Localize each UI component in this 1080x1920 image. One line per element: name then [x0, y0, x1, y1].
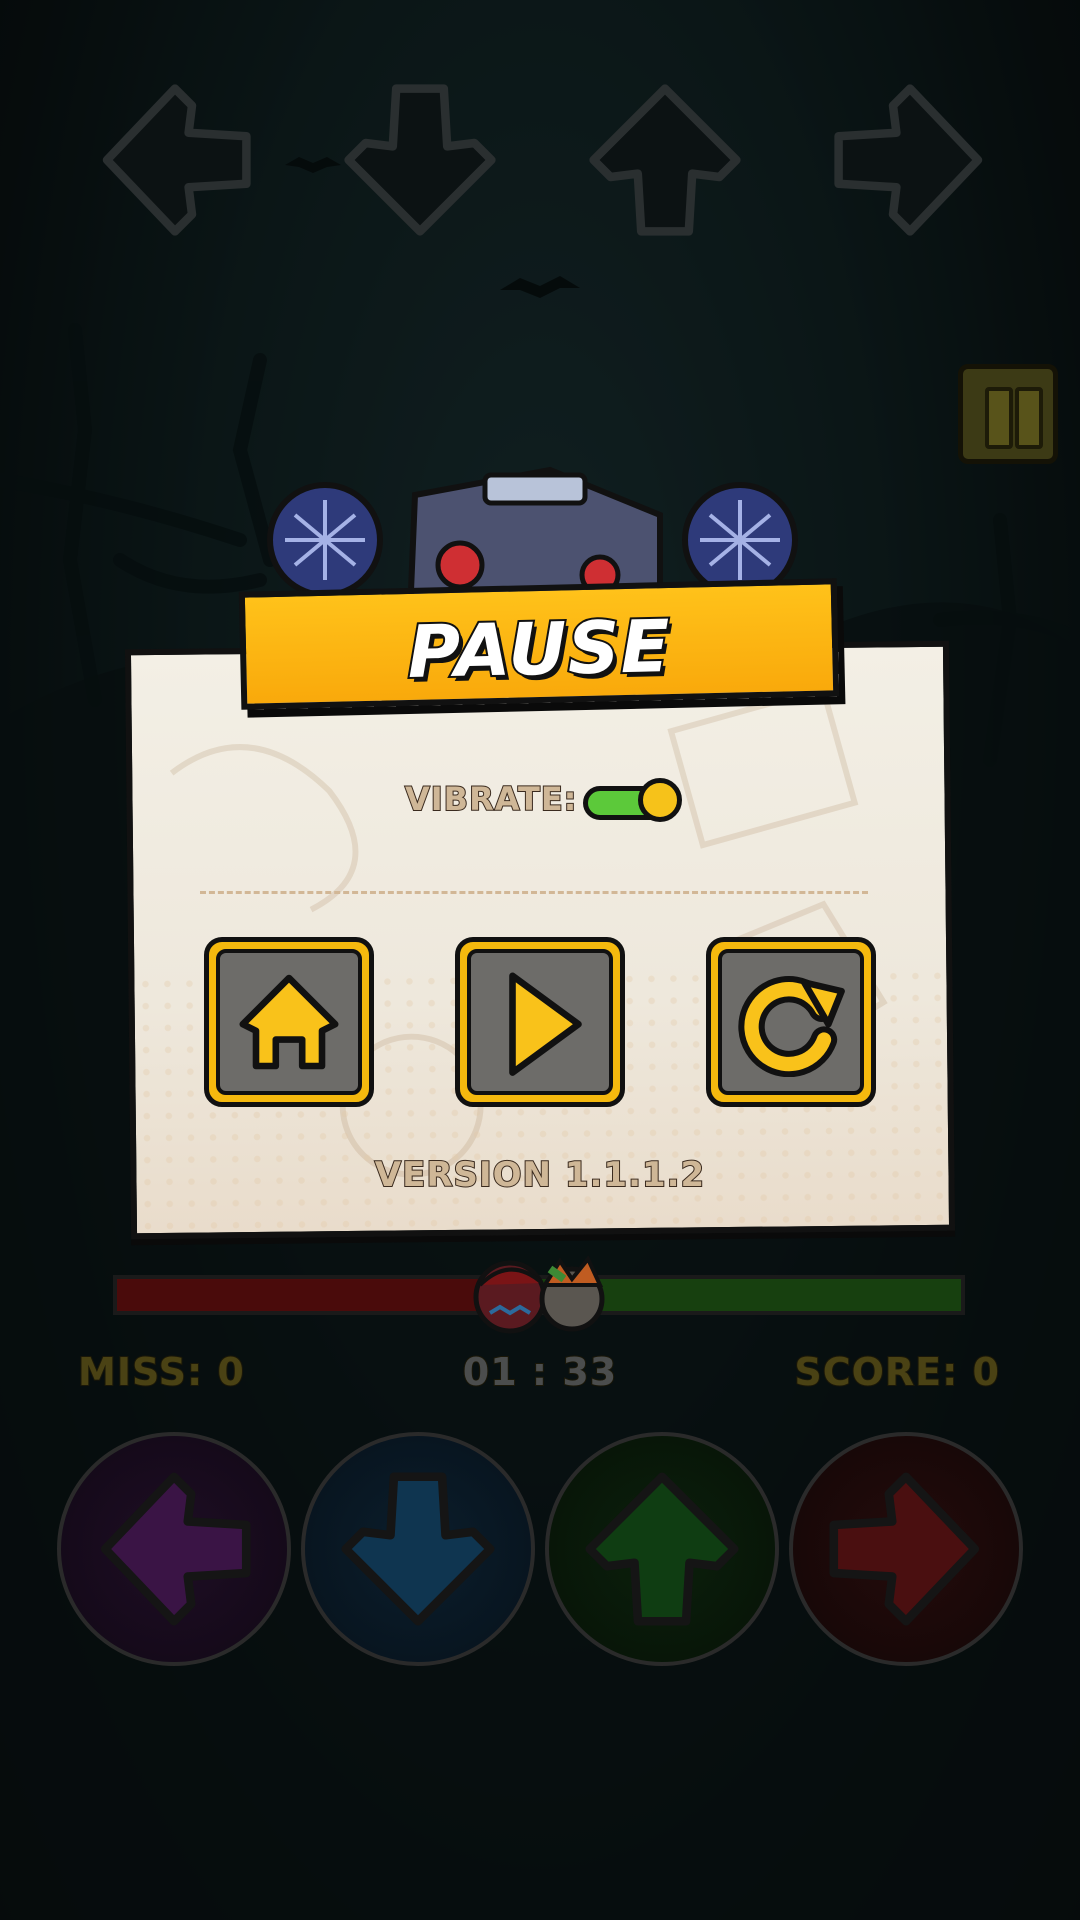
home-icon: [239, 974, 339, 1070]
toggle-knob: [638, 778, 682, 822]
pad-left-button[interactable]: [57, 1432, 291, 1666]
vibrate-toggle[interactable]: [583, 778, 682, 822]
version-label: VERSION 1.1.1.2: [374, 1154, 706, 1196]
pause-bar-right: [1015, 387, 1043, 449]
pause-bar-left: [985, 387, 1013, 449]
pad-right-button[interactable]: [789, 1432, 1023, 1666]
receptor-up-arrow-icon: [580, 75, 750, 245]
receptor-down-arrow-icon: [335, 75, 505, 245]
receptor-left-arrow-icon: [90, 75, 260, 245]
pad-right-arrow-icon: [829, 1472, 980, 1626]
dialog-title: PAUSE: [405, 602, 674, 696]
dashed-divider: [200, 891, 868, 894]
pad-down-arrow-icon: [341, 1472, 495, 1626]
resume-button[interactable]: [455, 937, 625, 1107]
score-counter: SCORE: 0: [793, 1349, 1000, 1395]
score-label: SCORE:: [793, 1349, 959, 1395]
restart-button[interactable]: [706, 937, 876, 1107]
pad-left-arrow-icon: [100, 1472, 251, 1626]
vibrate-label: VIBRATE:: [404, 779, 578, 819]
pad-up-arrow-icon: [585, 1472, 739, 1626]
play-icon: [509, 972, 582, 1076]
opponent-face-icon: [473, 1260, 547, 1334]
restart-icon: [738, 976, 845, 1077]
home-button[interactable]: [204, 937, 374, 1107]
title-banner: PAUSE: [238, 578, 840, 710]
pad-up-button[interactable]: [545, 1432, 779, 1666]
score-value: 0: [972, 1349, 1000, 1395]
pad-down-button[interactable]: [301, 1432, 535, 1666]
character-icons: [473, 1255, 605, 1334]
pause-button[interactable]: [958, 364, 1058, 464]
player-face-icon: [539, 1255, 605, 1332]
receptor-right-arrow-icon: [825, 75, 995, 245]
